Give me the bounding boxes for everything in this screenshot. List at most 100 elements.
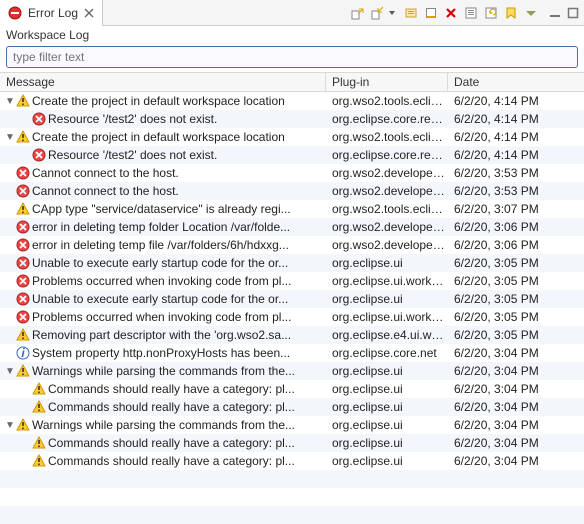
table-row[interactable]: Resource '/test2' does not exist. org.ecl… xyxy=(0,146,584,164)
import-dropdown[interactable] xyxy=(388,11,396,15)
table-row[interactable]: Commands should really have a category: … xyxy=(0,380,584,398)
log-message: Warnings while parsing the commands from… xyxy=(32,364,295,378)
open-log-button[interactable] xyxy=(462,4,480,22)
log-date: 6/2/20, 3:04 PM xyxy=(448,364,584,378)
error-icon xyxy=(16,184,30,198)
table-row[interactable]: Commands should really have a category: … xyxy=(0,452,584,470)
table-row[interactable]: Resource '/test2' does not exist. org.ecl… xyxy=(0,110,584,128)
delete-log-button[interactable] xyxy=(442,4,460,22)
expand-toggle[interactable]: ▼ xyxy=(4,96,16,107)
view-menu-button[interactable] xyxy=(522,4,540,22)
table-row-empty xyxy=(0,470,584,488)
expand-toggle[interactable]: ▼ xyxy=(4,132,16,143)
error-log-icon xyxy=(8,6,22,20)
warning-icon xyxy=(16,328,30,342)
log-message: Commands should really have a category: … xyxy=(48,436,295,450)
table-row[interactable]: ▼Warnings while parsing the commands fro… xyxy=(0,416,584,434)
log-message: Unable to execute early startup code for… xyxy=(32,292,288,306)
minimize-icon[interactable] xyxy=(548,6,562,20)
log-date: 6/2/20, 3:04 PM xyxy=(448,436,584,450)
log-plugin: org.eclipse.core.resources xyxy=(326,148,448,162)
log-plugin: org.wso2.developerstudio... xyxy=(326,238,448,252)
table-row[interactable]: Unable to execute early startup code for… xyxy=(0,290,584,308)
table-row[interactable]: Cannot connect to the host.org.wso2.deve… xyxy=(0,182,584,200)
table-row[interactable]: Problems occurred when invoking code fro… xyxy=(0,308,584,326)
expand-toggle[interactable]: ▼ xyxy=(4,366,16,377)
table-row[interactable]: ▼ Warnings while parsing the commands fro… xyxy=(0,362,584,380)
table-row[interactable]: Unable to execute early startup code for… xyxy=(0,254,584,272)
error-icon xyxy=(16,220,30,234)
warning-icon xyxy=(32,400,46,414)
log-message: Resource '/test2' does not exist. xyxy=(48,148,217,162)
log-date: 6/2/20, 4:14 PM xyxy=(448,112,584,126)
bookmark-button[interactable] xyxy=(502,4,520,22)
maximize-icon[interactable] xyxy=(566,6,580,20)
error-icon xyxy=(16,310,30,324)
clear-log-button[interactable] xyxy=(422,4,440,22)
log-date: 6/2/20, 4:14 PM xyxy=(448,94,584,108)
tab-error-log[interactable]: Error Log xyxy=(0,0,103,26)
log-plugin: org.wso2.developerstudio... xyxy=(326,184,448,198)
export-log-button[interactable] xyxy=(348,4,366,22)
table-row[interactable]: ▼ Create the project in default workspace… xyxy=(0,92,584,110)
filter-input[interactable] xyxy=(6,46,578,68)
log-message: Problems occurred when invoking code fro… xyxy=(32,310,291,324)
tab-title: Error Log xyxy=(28,6,78,20)
log-plugin: org.eclipse.ui xyxy=(326,418,448,432)
warning-icon xyxy=(32,454,46,468)
table-row[interactable]: Commands should really have a category: … xyxy=(0,398,584,416)
table-row[interactable]: Cannot connect to the host.org.wso2.deve… xyxy=(0,164,584,182)
table-row[interactable]: CApp type "service/dataservice" is alrea… xyxy=(0,200,584,218)
reader-button[interactable] xyxy=(402,4,420,22)
log-table-body: ▼ Create the project in default workspace… xyxy=(0,92,584,524)
log-date: 6/2/20, 3:06 PM xyxy=(448,220,584,234)
log-date: 6/2/20, 3:04 PM xyxy=(448,382,584,396)
log-plugin: org.eclipse.core.net xyxy=(326,346,448,360)
log-plugin: org.eclipse.ui.workbench xyxy=(326,310,448,324)
import-log-button[interactable] xyxy=(368,4,386,22)
log-date: 6/2/20, 3:04 PM xyxy=(448,346,584,360)
table-row[interactable]: error in deleting temp file /var/folders… xyxy=(0,236,584,254)
log-plugin: org.eclipse.ui xyxy=(326,382,448,396)
log-date: 6/2/20, 4:14 PM xyxy=(448,130,584,144)
log-message: Create the project in default workspace … xyxy=(32,130,285,144)
log-plugin: org.wso2.developerstudio... xyxy=(326,220,448,234)
log-message: CApp type "service/dataservice" is alrea… xyxy=(32,202,291,216)
warning-icon xyxy=(16,202,30,216)
table-row[interactable]: ▼ Create the project in default workspace… xyxy=(0,128,584,146)
log-plugin: org.eclipse.ui xyxy=(326,256,448,270)
log-message: Commands should really have a category: … xyxy=(48,400,295,414)
error-icon xyxy=(16,292,30,306)
log-date: 6/2/20, 3:05 PM xyxy=(448,274,584,288)
col-header-date[interactable]: Date xyxy=(448,73,584,91)
log-date: 6/2/20, 4:14 PM xyxy=(448,148,584,162)
log-message: error in deleting temp folder Location /… xyxy=(32,220,290,234)
log-plugin: org.eclipse.ui xyxy=(326,364,448,378)
log-date: 6/2/20, 3:05 PM xyxy=(448,328,584,342)
log-message: Create the project in default workspace … xyxy=(32,94,285,108)
table-row[interactable]: System property http.nonProxyHosts has b… xyxy=(0,344,584,362)
log-message: Unable to execute early startup code for… xyxy=(32,256,288,270)
table-row[interactable]: Problems occurred when invoking code fro… xyxy=(0,272,584,290)
table-row[interactable]: Removing part descriptor with the 'org.w… xyxy=(0,326,584,344)
warning-icon xyxy=(16,130,30,144)
log-plugin: org.eclipse.core.resources xyxy=(326,112,448,126)
log-message: Commands should really have a category: … xyxy=(48,454,295,468)
warning-icon xyxy=(32,382,46,396)
log-message: Removing part descriptor with the 'org.w… xyxy=(32,328,291,342)
col-header-plugin[interactable]: Plug-in xyxy=(326,73,448,91)
expand-toggle[interactable]: ▼ xyxy=(4,420,16,431)
restore-log-button[interactable] xyxy=(482,4,500,22)
log-date: 6/2/20, 3:05 PM xyxy=(448,292,584,306)
log-message: error in deleting temp file /var/folders… xyxy=(32,238,289,252)
view-toolbar xyxy=(344,4,544,22)
table-row-empty xyxy=(0,506,584,524)
table-row[interactable]: Commands should really have a category: … xyxy=(0,434,584,452)
log-message: Resource '/test2' does not exist. xyxy=(48,112,217,126)
col-header-message[interactable]: Message xyxy=(0,73,326,91)
log-date: 6/2/20, 3:05 PM xyxy=(448,256,584,270)
log-message: Cannot connect to the host. xyxy=(32,166,179,180)
log-date: 6/2/20, 3:53 PM xyxy=(448,184,584,198)
tab-close[interactable] xyxy=(82,8,96,18)
table-row[interactable]: error in deleting temp folder Location /… xyxy=(0,218,584,236)
